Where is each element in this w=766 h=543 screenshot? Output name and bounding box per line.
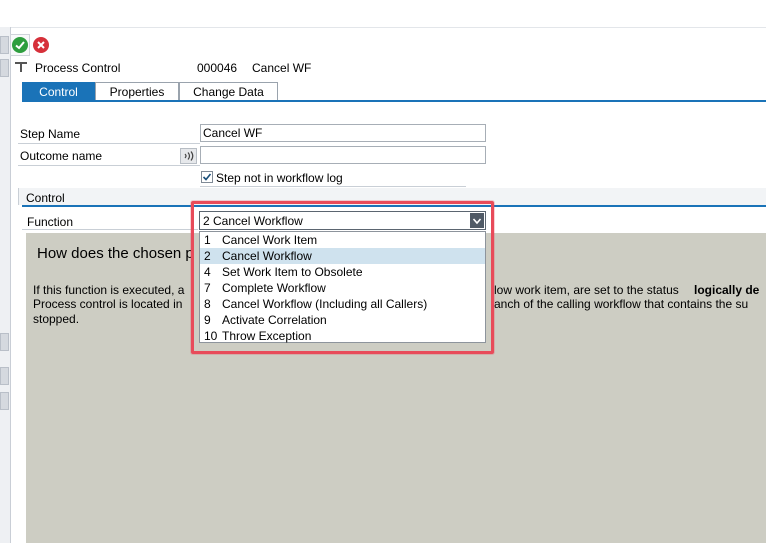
outcome-name-label: Outcome name [20, 149, 103, 163]
left-panel-strip [0, 27, 11, 543]
tab-strip: Control Properties Change Data [22, 82, 278, 100]
left-panel-handle[interactable] [0, 333, 9, 351]
function-label: Function [27, 215, 74, 229]
outcome-name-input[interactable] [200, 146, 486, 164]
control-section-label: Control [26, 191, 65, 205]
help-line-2b: anch of the calling workflow that contai… [494, 297, 749, 311]
help-line-1-bold: logically de [694, 283, 760, 297]
step-name-label: Step Name [20, 127, 81, 141]
highlight-box [191, 201, 494, 354]
row-divider [22, 229, 198, 230]
sound-waves-icon [184, 151, 194, 161]
help-line-1a: If this function is executed, a [33, 283, 185, 297]
tab-properties[interactable]: Properties [95, 82, 179, 100]
top-bar [0, 0, 766, 28]
tab-control[interactable]: Control [22, 82, 95, 100]
help-line-1b: low work item, are set to the status [494, 283, 679, 297]
step-type-title: Process Control [35, 61, 121, 75]
not-in-log-label: Step not in workflow log [216, 171, 343, 185]
help-heading: How does the chosen p [37, 245, 194, 262]
tab-change-data[interactable]: Change Data [179, 82, 278, 100]
row-divider [200, 186, 466, 187]
left-panel-handle[interactable] [0, 59, 9, 77]
help-line-2a: Process control is located in [33, 297, 183, 311]
help-line-3: stopped. [33, 312, 80, 326]
tab-underline [22, 100, 766, 102]
not-in-log-checkbox[interactable] [201, 171, 213, 183]
close-icon [37, 41, 45, 49]
step-title: Cancel WF [252, 61, 312, 75]
left-panel-handle[interactable] [0, 392, 9, 410]
confirm-button[interactable] [12, 37, 28, 53]
step-name-input[interactable]: Cancel WF [200, 124, 486, 142]
text-audio-button[interactable] [180, 148, 197, 164]
row-divider [18, 165, 200, 166]
step-id: 000046 [197, 61, 238, 75]
check-icon [15, 41, 25, 50]
row-divider [18, 143, 200, 144]
checkmark-icon [202, 173, 212, 181]
process-control-icon [14, 61, 28, 76]
left-panel-handle[interactable] [0, 36, 9, 54]
cancel-button[interactable] [33, 37, 49, 53]
left-panel-handle[interactable] [0, 367, 9, 385]
